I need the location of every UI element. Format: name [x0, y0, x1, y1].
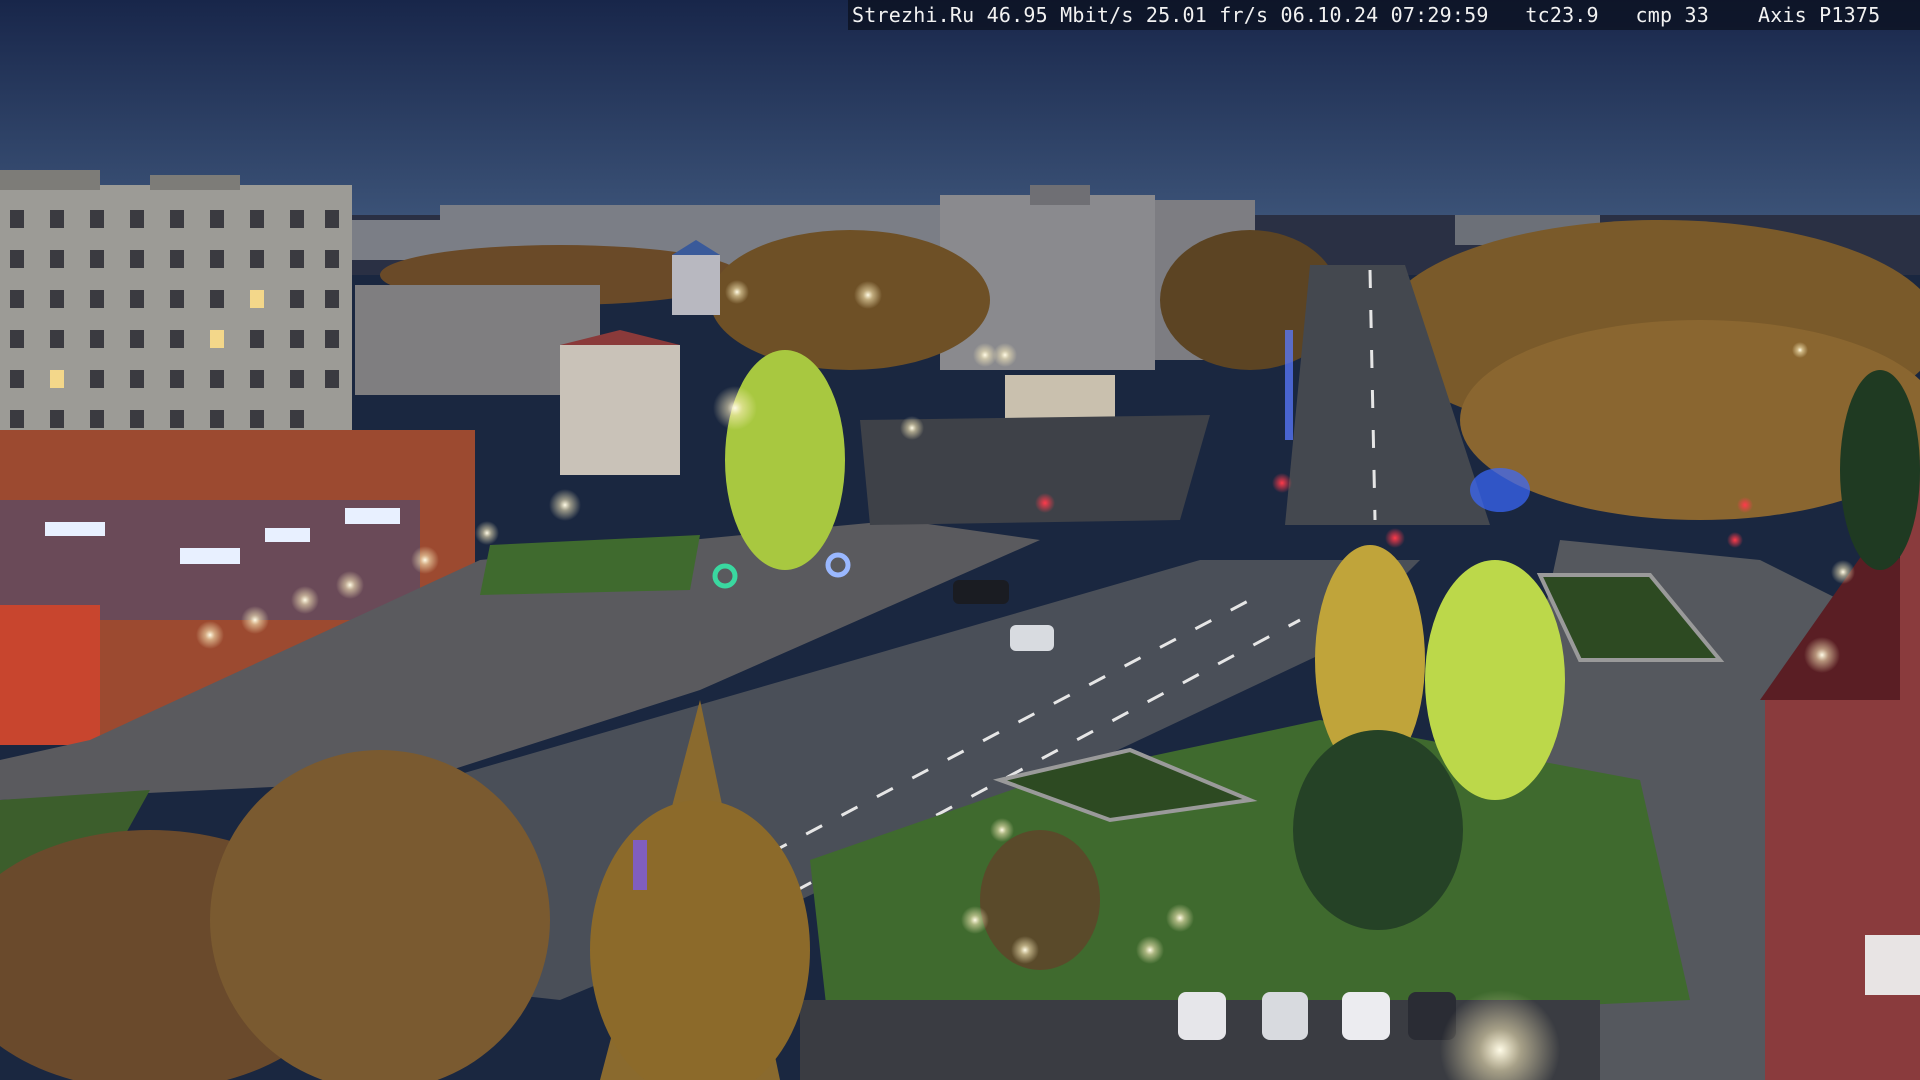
grass-left — [480, 535, 700, 595]
camera-osd-overlay: Strezhi.Ru 46.95 Mbit/s 25.01 fr/s 06.10… — [848, 0, 1920, 30]
osd-bitrate: 46.95 Mbit/s — [986, 3, 1134, 27]
car-white — [1010, 625, 1054, 651]
osd-site: Strezhi.Ru — [852, 3, 975, 27]
osd-fps: 25.01 fr/s — [1145, 3, 1269, 27]
osd-tc: tc23.9 — [1525, 3, 1599, 27]
osd-cmp: cmp 33 — [1635, 3, 1709, 27]
car-dark — [953, 580, 1009, 604]
osd-datetime: 06.10.24 07:29:59 — [1280, 3, 1489, 27]
webcam-scene — [0, 0, 1920, 1080]
osd-camera-model: Axis P1375 — [1757, 3, 1881, 27]
